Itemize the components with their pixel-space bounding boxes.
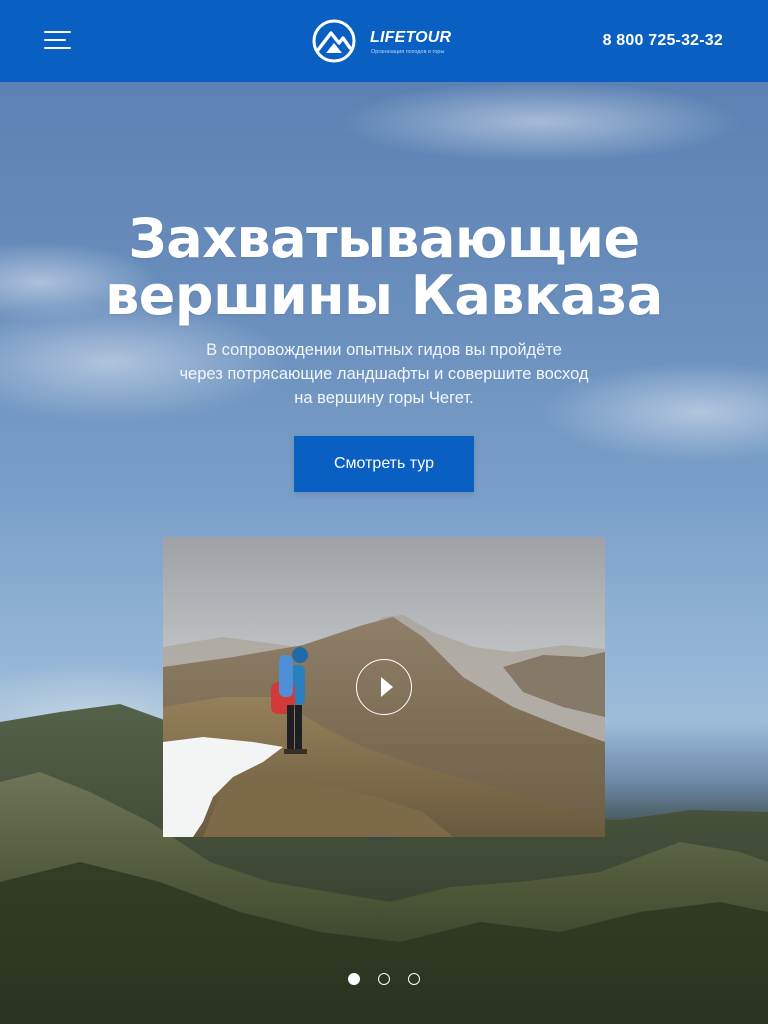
slider-pagination: [348, 973, 420, 985]
logo-tagline: Организация походов в горы: [371, 49, 445, 55]
site-header: LIFETOUR Организация походов в горы 8 80…: [0, 0, 768, 82]
hero-section: Захватывающие вершины Кавказа В сопровож…: [0, 82, 768, 1024]
hero-subtitle: В сопровождении опытных гидов вы пройдёт…: [179, 341, 589, 407]
view-tour-button[interactable]: Смотреть тур: [294, 436, 474, 492]
play-button[interactable]: [356, 659, 412, 715]
slider-dot-1[interactable]: [348, 973, 360, 985]
slider-dot-2[interactable]: [378, 973, 390, 985]
hero-title: Захватывающие вершины Кавказа: [105, 207, 663, 327]
video-player[interactable]: [163, 537, 605, 837]
logo-link[interactable]: LIFETOUR Организация походов в горы: [312, 18, 462, 64]
mountain-logo-icon: [312, 19, 356, 63]
menu-line: [44, 39, 66, 41]
menu-line: [44, 31, 71, 33]
hamburger-menu-icon[interactable]: [44, 28, 72, 52]
slider-dot-3[interactable]: [408, 973, 420, 985]
logo-brand-name: LIFETOUR: [370, 29, 452, 46]
menu-line: [44, 47, 71, 49]
play-icon: [381, 677, 393, 697]
phone-link[interactable]: 8 800 725-32-32: [603, 32, 723, 50]
